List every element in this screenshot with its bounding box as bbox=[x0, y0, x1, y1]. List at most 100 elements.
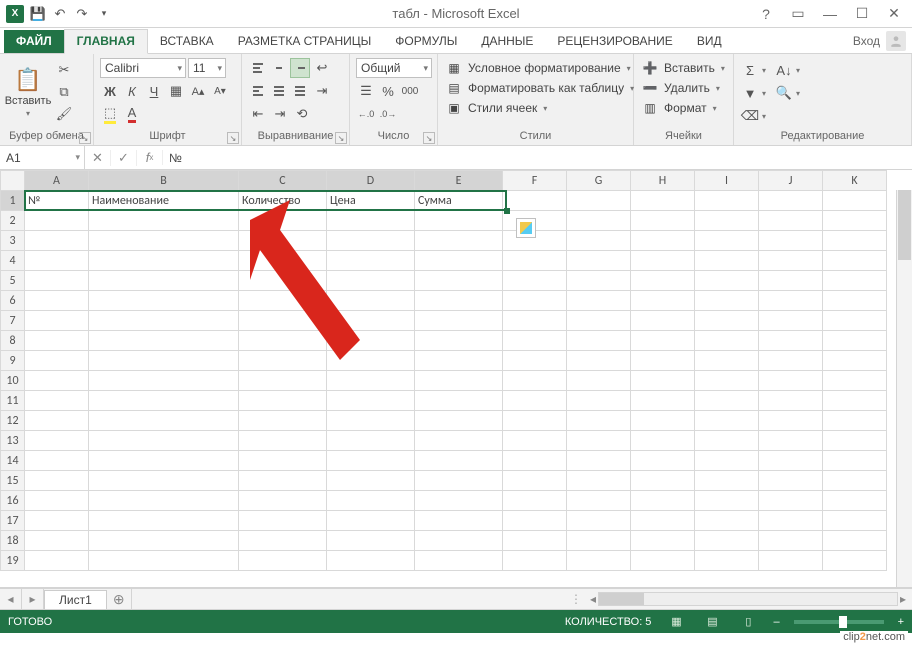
cell[interactable] bbox=[327, 531, 415, 551]
cell[interactable] bbox=[631, 431, 695, 451]
align-top-center[interactable] bbox=[269, 58, 289, 78]
col-header-F[interactable]: F bbox=[503, 171, 567, 191]
cell[interactable] bbox=[631, 451, 695, 471]
cancel-formula-icon[interactable]: ✕ bbox=[85, 150, 111, 166]
ribbon-display-icon[interactable]: ▭ bbox=[788, 4, 808, 24]
cell[interactable] bbox=[415, 371, 503, 391]
add-sheet-button[interactable]: ⊕ bbox=[107, 589, 131, 609]
row-header-6[interactable]: 6 bbox=[1, 291, 25, 311]
cell[interactable] bbox=[759, 351, 823, 371]
redo-icon[interactable]: ↷ bbox=[74, 6, 90, 22]
cell[interactable] bbox=[327, 431, 415, 451]
cell[interactable] bbox=[695, 291, 759, 311]
cell[interactable] bbox=[759, 531, 823, 551]
tab-review[interactable]: РЕЦЕНЗИРОВАНИЕ bbox=[545, 30, 684, 53]
cell[interactable] bbox=[503, 511, 567, 531]
cell[interactable] bbox=[89, 491, 239, 511]
cell[interactable] bbox=[567, 331, 631, 351]
tab-formulas[interactable]: ФОРМУЛЫ bbox=[383, 30, 469, 53]
cell[interactable] bbox=[25, 551, 89, 571]
cell[interactable] bbox=[239, 311, 327, 331]
cell[interactable] bbox=[415, 391, 503, 411]
cell[interactable] bbox=[89, 371, 239, 391]
cell[interactable] bbox=[25, 211, 89, 231]
col-header-D[interactable]: D bbox=[327, 171, 415, 191]
row-header-19[interactable]: 19 bbox=[1, 551, 25, 571]
tab-file[interactable]: ФАЙЛ bbox=[4, 30, 64, 53]
accounting-format-icon[interactable]: ☰ bbox=[356, 81, 376, 101]
decrease-decimal-icon[interactable]: .0→ bbox=[378, 104, 398, 124]
cell[interactable] bbox=[567, 291, 631, 311]
cell[interactable]: Наименование bbox=[89, 191, 239, 211]
name-box[interactable]: A1 bbox=[0, 146, 85, 169]
cell[interactable] bbox=[89, 211, 239, 231]
cell[interactable] bbox=[695, 511, 759, 531]
view-page-break-icon[interactable]: ▯ bbox=[737, 613, 759, 631]
cell[interactable] bbox=[415, 331, 503, 351]
increase-decimal-icon[interactable]: ←.0 bbox=[356, 104, 376, 124]
col-header-H[interactable]: H bbox=[631, 171, 695, 191]
cell[interactable] bbox=[759, 431, 823, 451]
cell[interactable] bbox=[503, 271, 567, 291]
zoom-in-icon[interactable]: + bbox=[898, 616, 904, 628]
cell[interactable] bbox=[567, 511, 631, 531]
cell[interactable] bbox=[25, 511, 89, 531]
cell[interactable] bbox=[695, 531, 759, 551]
cell[interactable] bbox=[89, 471, 239, 491]
cell[interactable] bbox=[823, 511, 887, 531]
cell[interactable] bbox=[823, 191, 887, 211]
cell[interactable] bbox=[823, 451, 887, 471]
cell[interactable] bbox=[327, 451, 415, 471]
col-header-I[interactable]: I bbox=[695, 171, 759, 191]
cell[interactable] bbox=[503, 531, 567, 551]
cell[interactable] bbox=[415, 231, 503, 251]
cell[interactable] bbox=[503, 471, 567, 491]
cell[interactable] bbox=[239, 371, 327, 391]
cell[interactable] bbox=[695, 411, 759, 431]
cell[interactable] bbox=[89, 271, 239, 291]
cell[interactable] bbox=[759, 331, 823, 351]
cell[interactable] bbox=[823, 491, 887, 511]
cell[interactable] bbox=[89, 551, 239, 571]
cell[interactable] bbox=[695, 231, 759, 251]
font-dialog-launcher[interactable]: ↘ bbox=[227, 132, 239, 144]
cell[interactable] bbox=[631, 331, 695, 351]
fill-color-icon[interactable]: ⬚ bbox=[100, 104, 120, 124]
number-dialog-launcher[interactable]: ↘ bbox=[423, 132, 435, 144]
cell[interactable] bbox=[823, 351, 887, 371]
cell[interactable] bbox=[239, 291, 327, 311]
cell[interactable] bbox=[239, 551, 327, 571]
cell[interactable] bbox=[695, 251, 759, 271]
cell[interactable] bbox=[567, 311, 631, 331]
cell[interactable] bbox=[759, 211, 823, 231]
cell[interactable] bbox=[89, 411, 239, 431]
cell[interactable] bbox=[567, 351, 631, 371]
cell[interactable] bbox=[759, 251, 823, 271]
row-header-15[interactable]: 15 bbox=[1, 471, 25, 491]
cell[interactable] bbox=[631, 371, 695, 391]
cell[interactable] bbox=[823, 211, 887, 231]
autosum-icon[interactable]: Σ bbox=[740, 60, 760, 80]
cell[interactable] bbox=[327, 211, 415, 231]
cell[interactable] bbox=[823, 431, 887, 451]
row-header-13[interactable]: 13 bbox=[1, 431, 25, 451]
cell[interactable] bbox=[503, 491, 567, 511]
cell[interactable] bbox=[567, 251, 631, 271]
tab-home[interactable]: ГЛАВНАЯ bbox=[64, 29, 148, 54]
cell[interactable] bbox=[89, 251, 239, 271]
cell[interactable] bbox=[503, 391, 567, 411]
cell[interactable] bbox=[823, 391, 887, 411]
cell[interactable] bbox=[695, 271, 759, 291]
save-icon[interactable]: 💾 bbox=[30, 6, 46, 22]
cell[interactable] bbox=[823, 411, 887, 431]
cell[interactable] bbox=[239, 391, 327, 411]
bold-button[interactable]: Ж bbox=[100, 81, 120, 101]
cell[interactable] bbox=[239, 471, 327, 491]
cell[interactable] bbox=[823, 291, 887, 311]
decrease-font-icon[interactable]: A▾ bbox=[210, 81, 230, 101]
cell[interactable] bbox=[239, 531, 327, 551]
cell[interactable] bbox=[631, 231, 695, 251]
cell[interactable] bbox=[823, 371, 887, 391]
row-header-11[interactable]: 11 bbox=[1, 391, 25, 411]
cell[interactable] bbox=[25, 431, 89, 451]
